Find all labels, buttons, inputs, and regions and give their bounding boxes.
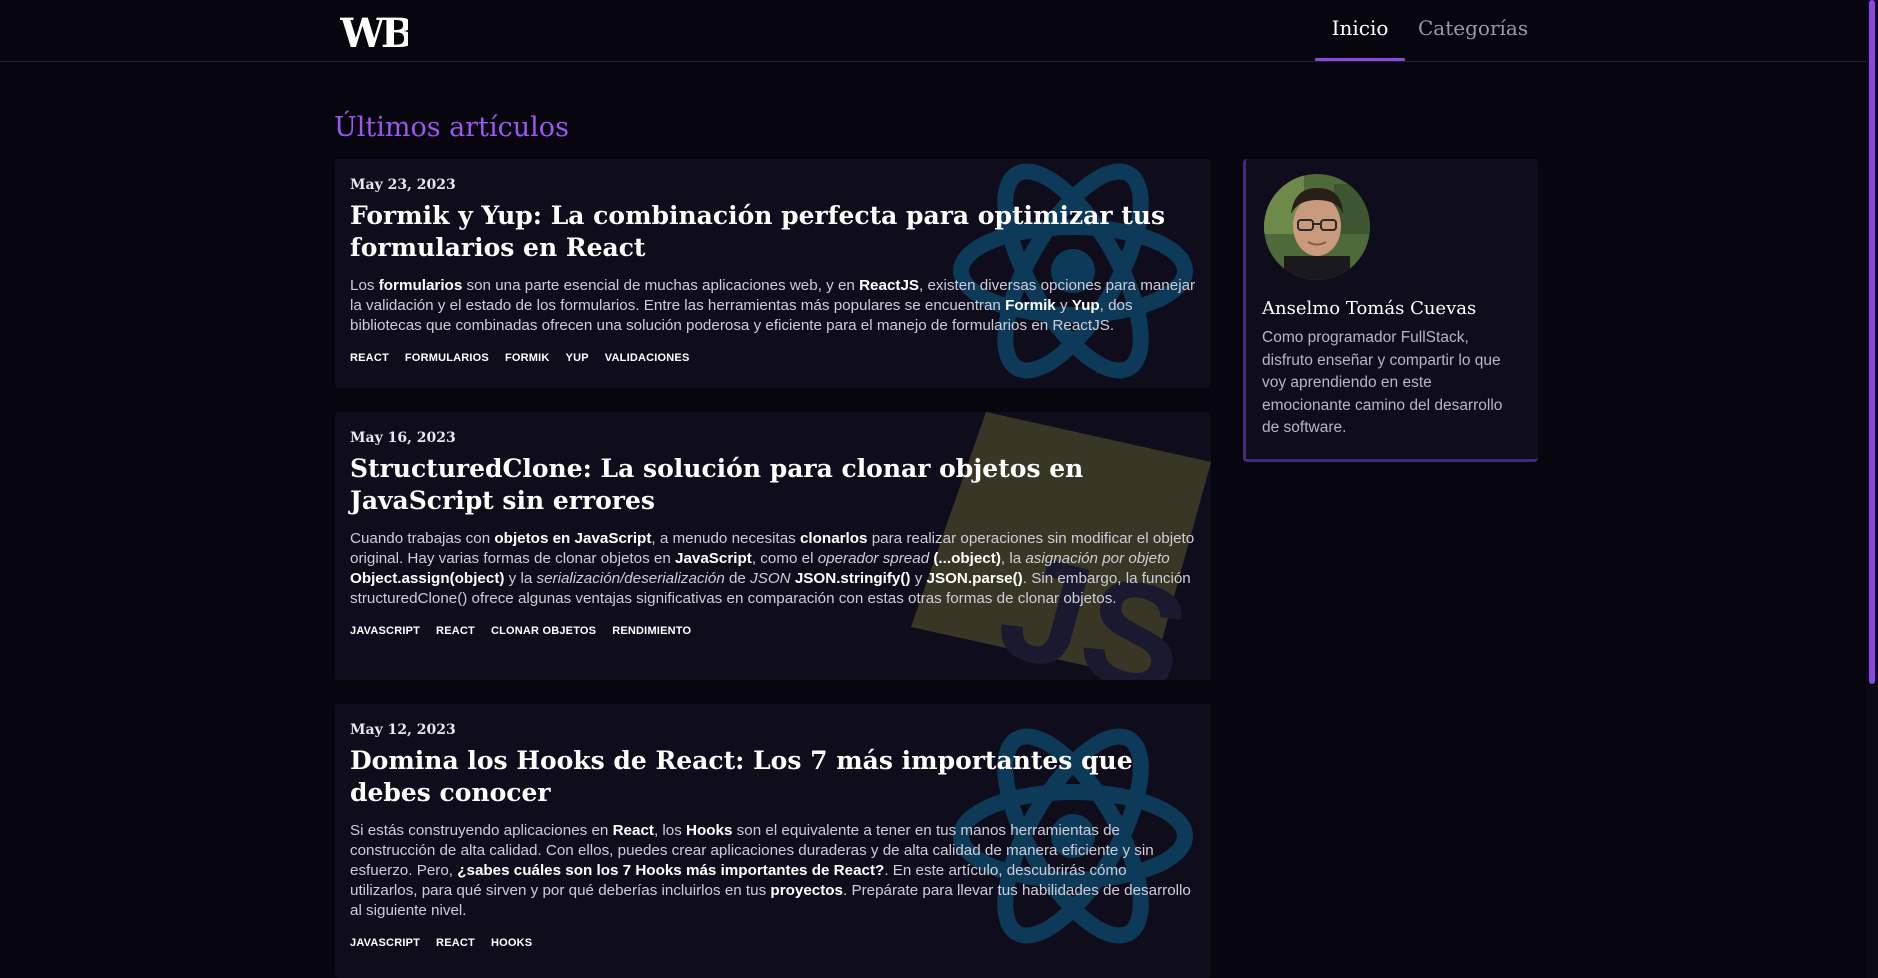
tag-list: REACT FORMULARIOS FORMIK YUP VALIDACIONES: [350, 348, 1196, 364]
site-header: WB Inicio Categorías: [0, 0, 1866, 62]
article-date: May 16, 2023: [350, 430, 456, 446]
nav-link-inicio[interactable]: Inicio: [1315, 16, 1405, 61]
article-card[interactable]: May 23, 2023 Formik y Yup: La combinació…: [335, 159, 1211, 388]
scrollbar[interactable]: [1866, 0, 1878, 978]
tag-link[interactable]: REACT: [436, 937, 475, 949]
tag-list: JAVASCRIPT REACT HOOKS: [350, 933, 1196, 949]
tag-link[interactable]: JAVASCRIPT: [350, 937, 420, 949]
tag-link[interactable]: REACT: [350, 352, 389, 364]
nav-link-categorias[interactable]: Categorías: [1418, 16, 1528, 60]
tag-link[interactable]: REACT: [436, 625, 475, 637]
article-card[interactable]: May 12, 2023 Domina los Hooks de React: …: [335, 704, 1211, 978]
article-title[interactable]: StructuredClone: La solución para clonar…: [350, 453, 1196, 517]
tag-link[interactable]: CLONAR OBJETOS: [491, 625, 596, 637]
tag-list: JAVASCRIPT REACT CLONAR OBJETOS RENDIMIENTO: [350, 621, 1196, 637]
page-title: Últimos artículos: [334, 112, 569, 143]
article-date: May 12, 2023: [350, 722, 456, 738]
article-title[interactable]: Formik y Yup: La combinación perfecta pa…: [350, 200, 1196, 264]
svg-text:WB: WB: [340, 11, 408, 51]
tag-link[interactable]: HOOKS: [491, 937, 532, 949]
tag-link[interactable]: FORMULARIOS: [405, 352, 489, 364]
article-title[interactable]: Domina los Hooks de React: Los 7 más imp…: [350, 745, 1196, 809]
tag-link[interactable]: RENDIMIENTO: [612, 625, 691, 637]
tag-link[interactable]: YUP: [566, 352, 589, 364]
scrollbar-thumb[interactable]: [1869, 0, 1875, 684]
avatar: [1264, 174, 1370, 280]
site-logo[interactable]: WB: [340, 11, 408, 51]
article-excerpt: Cuando trabajas con objetos en JavaScrip…: [350, 530, 1195, 607]
author-bio: Como programador FullStack, disfruto ens…: [1262, 329, 1503, 436]
tag-link[interactable]: VALIDACIONES: [605, 352, 690, 364]
author-card: Anselmo Tomás Cuevas Como programador Fu…: [1243, 159, 1538, 462]
article-card[interactable]: JS May 16, 2023 StructuredClone: La solu…: [335, 412, 1211, 680]
tag-link[interactable]: FORMIK: [505, 352, 550, 364]
tag-link[interactable]: JAVASCRIPT: [350, 625, 420, 637]
article-excerpt: Si estás construyendo aplicaciones en Re…: [350, 822, 1191, 919]
author-name: Anselmo Tomás Cuevas: [1262, 298, 1477, 319]
article-excerpt: Los formularios son una parte esencial d…: [350, 277, 1196, 334]
article-date: May 23, 2023: [350, 177, 456, 193]
